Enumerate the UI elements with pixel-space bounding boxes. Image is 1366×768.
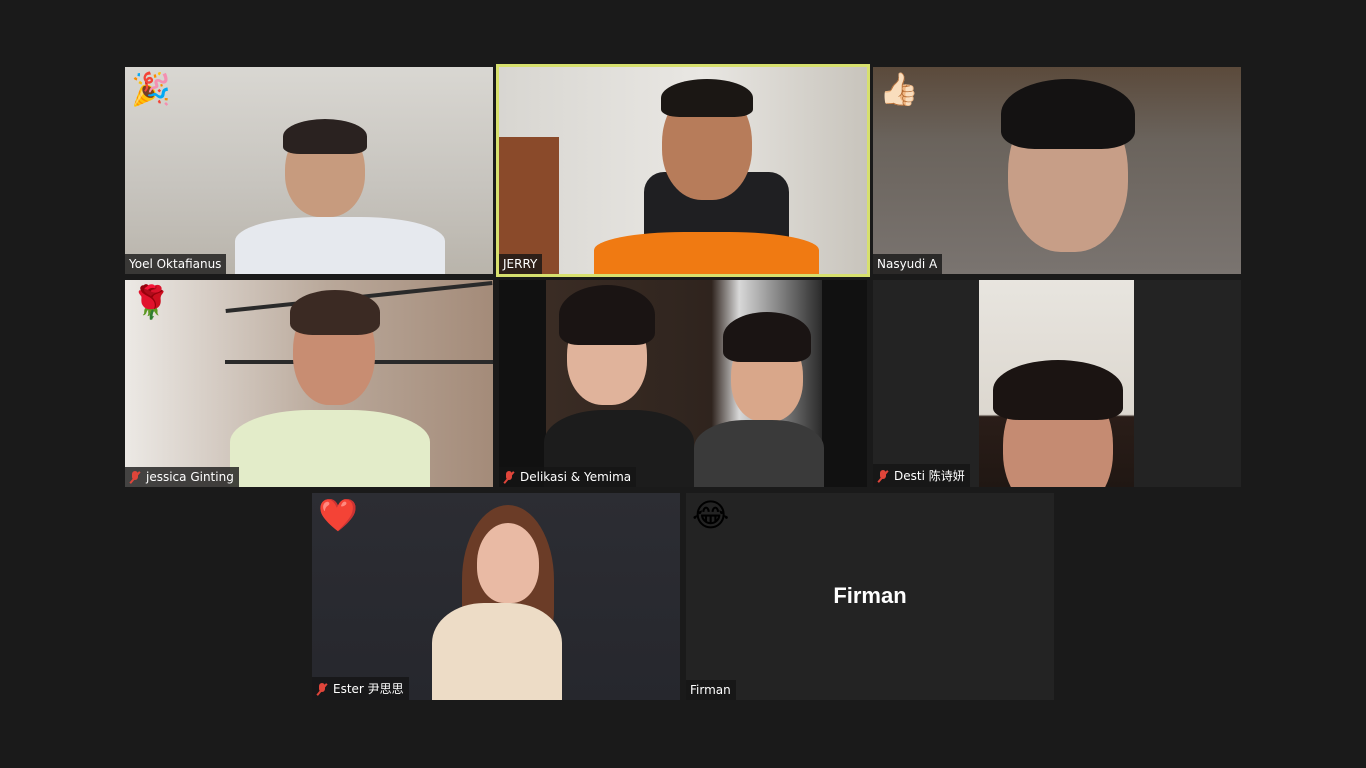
participant-tile-yoel[interactable]: 🎉 Yoel Oktafianus <box>125 67 493 274</box>
muted-mic-icon <box>129 471 141 483</box>
participant-name-label: Firman <box>686 680 736 700</box>
video-feed <box>125 67 493 274</box>
participant-display-name: Firman <box>833 583 907 608</box>
video-feed <box>873 280 1241 487</box>
participant-tile-delikasi[interactable]: Delikasi & Yemima <box>499 280 867 487</box>
laughing-reaction-icon: 😂 <box>692 496 730 534</box>
party-popper-reaction-icon: 🎉 <box>131 70 171 108</box>
participant-name-label: jessica Ginting <box>125 467 239 487</box>
participant-tile-firman[interactable]: 😂 Firman Firman <box>686 493 1054 700</box>
muted-mic-icon <box>316 682 328 695</box>
muted-mic-icon <box>877 469 889 482</box>
thumbs-up-reaction-icon: 👍🏻 <box>879 70 919 108</box>
video-feed <box>499 67 867 274</box>
video-feed <box>125 280 493 487</box>
video-feed <box>499 280 867 487</box>
participant-name-label: Nasyudi A <box>873 254 943 274</box>
participant-name: Firman <box>690 683 731 697</box>
participant-name: jessica Ginting <box>146 470 234 484</box>
participant-name-label: Desti 陈诗妍 <box>873 464 970 487</box>
participant-name-label: Yoel Oktafianus <box>125 254 227 274</box>
participant-tile-desti[interactable]: Desti 陈诗妍 <box>873 280 1241 487</box>
muted-mic-icon <box>503 471 515 483</box>
video-feed <box>312 493 680 700</box>
participant-name: Delikasi & Yemima <box>520 470 632 484</box>
participant-tile-ester[interactable]: ❤️ Ester 尹思思 <box>312 493 680 700</box>
participant-tile-jerry[interactable]: JERRY <box>496 64 870 277</box>
participant-tile-jessica[interactable]: 🌹 jessica Ginting <box>125 280 493 487</box>
participant-name: Ester 尹思思 <box>333 682 404 696</box>
participant-tile-nasyudi[interactable]: 👍🏻 Nasyudi A <box>873 67 1241 274</box>
heart-reaction-icon: ❤️ <box>318 496 358 534</box>
participant-name: Desti 陈诗妍 <box>894 469 965 483</box>
video-feed <box>873 67 1241 274</box>
participant-name: JERRY <box>503 257 538 271</box>
participant-name-label: Ester 尹思思 <box>312 677 409 700</box>
participant-name-label: JERRY <box>499 254 543 274</box>
gallery-view: 🎉 Yoel Oktafianus JERRY 👍🏻 Nasyudi A 🌹 j… <box>0 0 1366 768</box>
participant-name-label: Delikasi & Yemima <box>499 467 637 487</box>
participant-name: Nasyudi A <box>877 257 938 271</box>
participant-name: Yoel Oktafianus <box>129 257 222 271</box>
rose-reaction-icon: 🌹 <box>131 283 171 321</box>
